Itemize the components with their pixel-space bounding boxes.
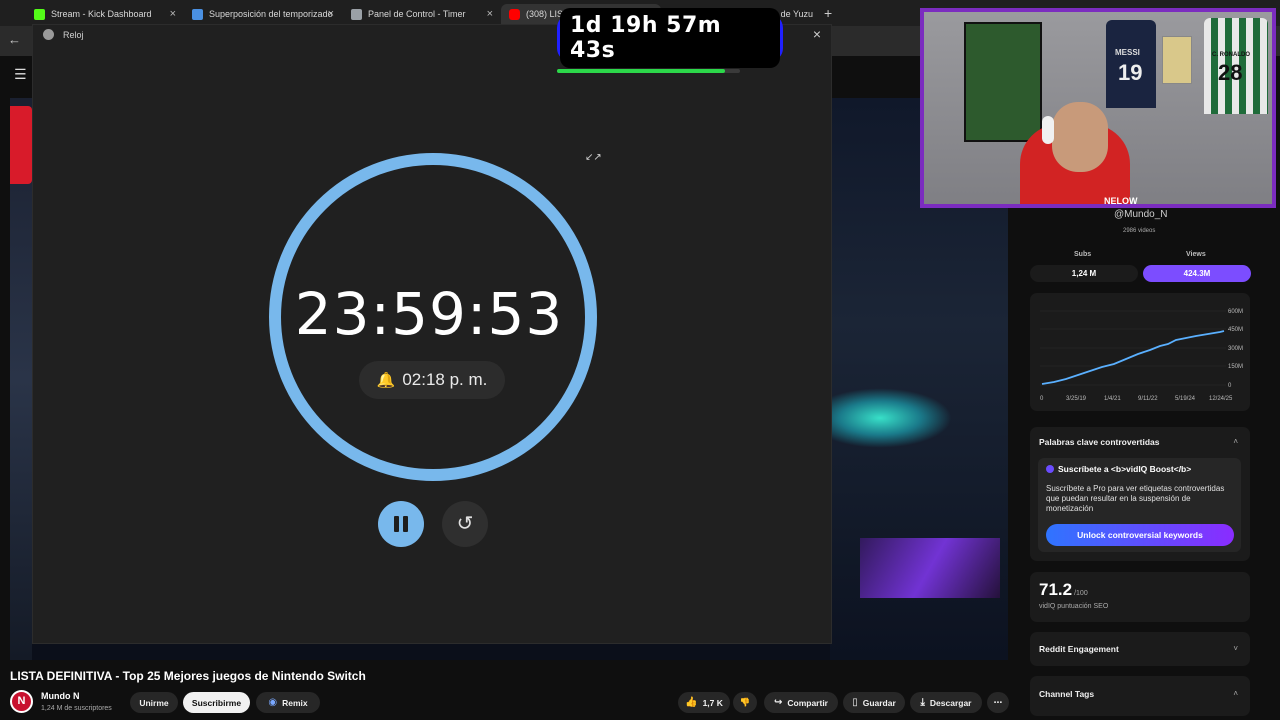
close-tab-icon[interactable]: × xyxy=(487,8,493,20)
seo-score-card: 71.2/100 vidIQ puntuación SEO xyxy=(1030,572,1250,622)
video-glow xyxy=(832,388,952,448)
thumbs-down-icon: 👎 xyxy=(739,697,751,707)
upsell-title: Suscríbete a <b>vidIQ Boost</b> xyxy=(1058,464,1192,474)
x-tick: 5/19/24 xyxy=(1175,396,1196,402)
headphones xyxy=(1042,116,1054,144)
vidiq-upsell: Suscríbete a <b>vidIQ Boost</b> Suscríbe… xyxy=(1038,458,1241,552)
y-tick: 300M xyxy=(1228,346,1243,352)
more-icon: ⋯ xyxy=(993,697,1003,707)
menu-icon[interactable]: ☰ xyxy=(14,66,27,83)
window-title: Reloj xyxy=(63,30,84,40)
chevron-up-icon[interactable]: ˄ xyxy=(1233,689,1238,698)
subscribe-button[interactable]: Suscribirme xyxy=(183,692,250,713)
subs-pill[interactable]: 1,24 M xyxy=(1030,265,1138,282)
x-tick: 12/24/25 xyxy=(1209,396,1233,402)
streamer-face xyxy=(1052,102,1108,172)
views-label: Views xyxy=(1186,251,1206,258)
timer-display: 23:59:53 xyxy=(294,280,564,348)
countdown-overlay: 1d 19h 57m 43s xyxy=(557,8,783,68)
upsell-text: Suscríbete a Pro para ver etiquetas cont… xyxy=(1046,484,1225,513)
chevron-up-icon[interactable]: ˄ xyxy=(1233,437,1238,446)
x-tick: 1/4/21 xyxy=(1104,396,1121,402)
clock-window: Reloj × ↙↗ 23:59:53 🔔 02:18 p. m. ↺ xyxy=(32,24,832,644)
chevron-down-icon[interactable]: ˅ xyxy=(1233,644,1238,653)
x-tick: 0 xyxy=(1040,396,1044,402)
close-tab-icon[interactable]: × xyxy=(328,8,334,20)
video-glow xyxy=(860,538,1000,598)
more-options-button[interactable]: ⋯ xyxy=(987,692,1009,713)
y-tick: 600M xyxy=(1228,309,1243,315)
views-pill[interactable]: 424.3M xyxy=(1143,265,1251,282)
new-tab-button[interactable]: + xyxy=(824,5,832,21)
countdown-text: 1d 19h 57m 43s xyxy=(560,8,780,68)
vidiq-icon xyxy=(1046,465,1054,473)
remix-icon: ◉ xyxy=(268,697,278,708)
framed-photo xyxy=(1162,36,1192,84)
tab-kick-dashboard[interactable]: Stream - Kick Dashboard × xyxy=(26,4,182,24)
channel-handle: @Mundo_N xyxy=(1114,209,1168,220)
close-tab-icon[interactable]: × xyxy=(170,8,176,20)
channel-name[interactable]: Mundo N xyxy=(41,691,80,701)
y-tick: 0 xyxy=(1228,383,1232,389)
bookmark-icon: ▯ xyxy=(852,697,858,708)
tactics-board xyxy=(964,22,1042,142)
dislike-button[interactable]: 👎 xyxy=(733,692,757,713)
webcam-overlay: MESSI 19 C. RONALDO 28 xyxy=(920,8,1276,208)
thumbs-up-icon: 👍 xyxy=(685,697,698,708)
pause-icon xyxy=(403,516,408,532)
bell-icon: 🔔 xyxy=(376,372,396,389)
views-growth-chart: 600M 450M 300M 150M 0 0 3/25/19 1/4/21 9… xyxy=(1040,309,1243,402)
y-tick: 150M xyxy=(1228,364,1243,370)
join-button[interactable]: Unirme xyxy=(130,692,178,713)
video-logo-fragment xyxy=(10,106,32,184)
youtube-icon xyxy=(509,8,520,20)
timer-icon xyxy=(351,8,362,20)
x-tick: 9/11/22 xyxy=(1138,396,1158,402)
video-count: 2986 videos xyxy=(1123,228,1156,234)
pause-icon xyxy=(394,516,399,532)
back-arrow-icon[interactable]: ← xyxy=(8,32,21,47)
share-icon: ↪ xyxy=(773,697,783,708)
tab-timer-panel[interactable]: Panel de Control - Timer × xyxy=(343,4,499,24)
save-button[interactable]: ▯ Guardar xyxy=(843,692,905,713)
like-button[interactable]: 👍 1,7 K xyxy=(678,692,730,713)
download-button[interactable]: ⤓ Descargar xyxy=(910,692,982,713)
reset-button[interactable]: ↺ xyxy=(442,501,488,547)
alarm-time: 02:18 p. m. xyxy=(402,370,488,389)
compact-overlay-icon[interactable]: ↙↗ xyxy=(585,152,602,163)
ronaldo-jersey: C. RONALDO 28 xyxy=(1204,18,1268,114)
gridlines xyxy=(1040,310,1226,386)
tab-timer-overlay[interactable]: Superposición del temporizado × xyxy=(184,4,340,24)
countdown-progress-fill xyxy=(557,69,726,73)
y-tick: 450M xyxy=(1228,327,1243,333)
remix-button[interactable]: ◉ Remix xyxy=(256,692,320,713)
kick-icon xyxy=(34,8,45,20)
timer-icon xyxy=(192,8,203,20)
subs-label: Subs xyxy=(1074,251,1092,258)
tags-label: Channel Tags xyxy=(1039,689,1095,699)
close-icon[interactable]: × xyxy=(813,26,821,42)
messi-jersey: MESSI 19 xyxy=(1106,20,1156,108)
channel-tags-card[interactable]: Channel Tags ˄ xyxy=(1030,676,1250,716)
x-tick: 3/25/19 xyxy=(1066,396,1087,402)
clock-app-icon xyxy=(43,29,54,40)
views-growth-card: 600M 450M 300M 150M 0 0 3/25/19 1/4/21 9… xyxy=(1030,293,1250,411)
countdown-progress-bar xyxy=(557,69,740,73)
video-title: LISTA DEFINITIVA - Top 25 Mejores juegos… xyxy=(10,669,366,683)
avatar[interactable]: N xyxy=(10,690,33,713)
alarm-time-pill: 🔔 02:18 p. m. xyxy=(359,361,505,399)
seo-label: vidIQ puntuación SEO xyxy=(1039,603,1109,610)
pause-button[interactable] xyxy=(378,501,424,547)
subscriber-count: 1,24 M de suscriptores xyxy=(41,705,112,712)
keywords-title: Palabras clave controvertidas xyxy=(1039,437,1160,447)
unlock-keywords-button[interactable]: Unlock controversial keywords xyxy=(1046,524,1234,546)
views-growth-line xyxy=(1041,330,1225,385)
seo-score: 71.2/100 xyxy=(1039,580,1088,599)
reddit-label: Reddit Engagement xyxy=(1039,644,1119,654)
share-button[interactable]: ↪ Compartir xyxy=(764,692,838,713)
streamer-name: NELOW xyxy=(1104,196,1138,206)
download-icon: ⤓ xyxy=(920,697,925,708)
reddit-engagement-card[interactable]: Reddit Engagement ˅ xyxy=(1030,632,1250,666)
